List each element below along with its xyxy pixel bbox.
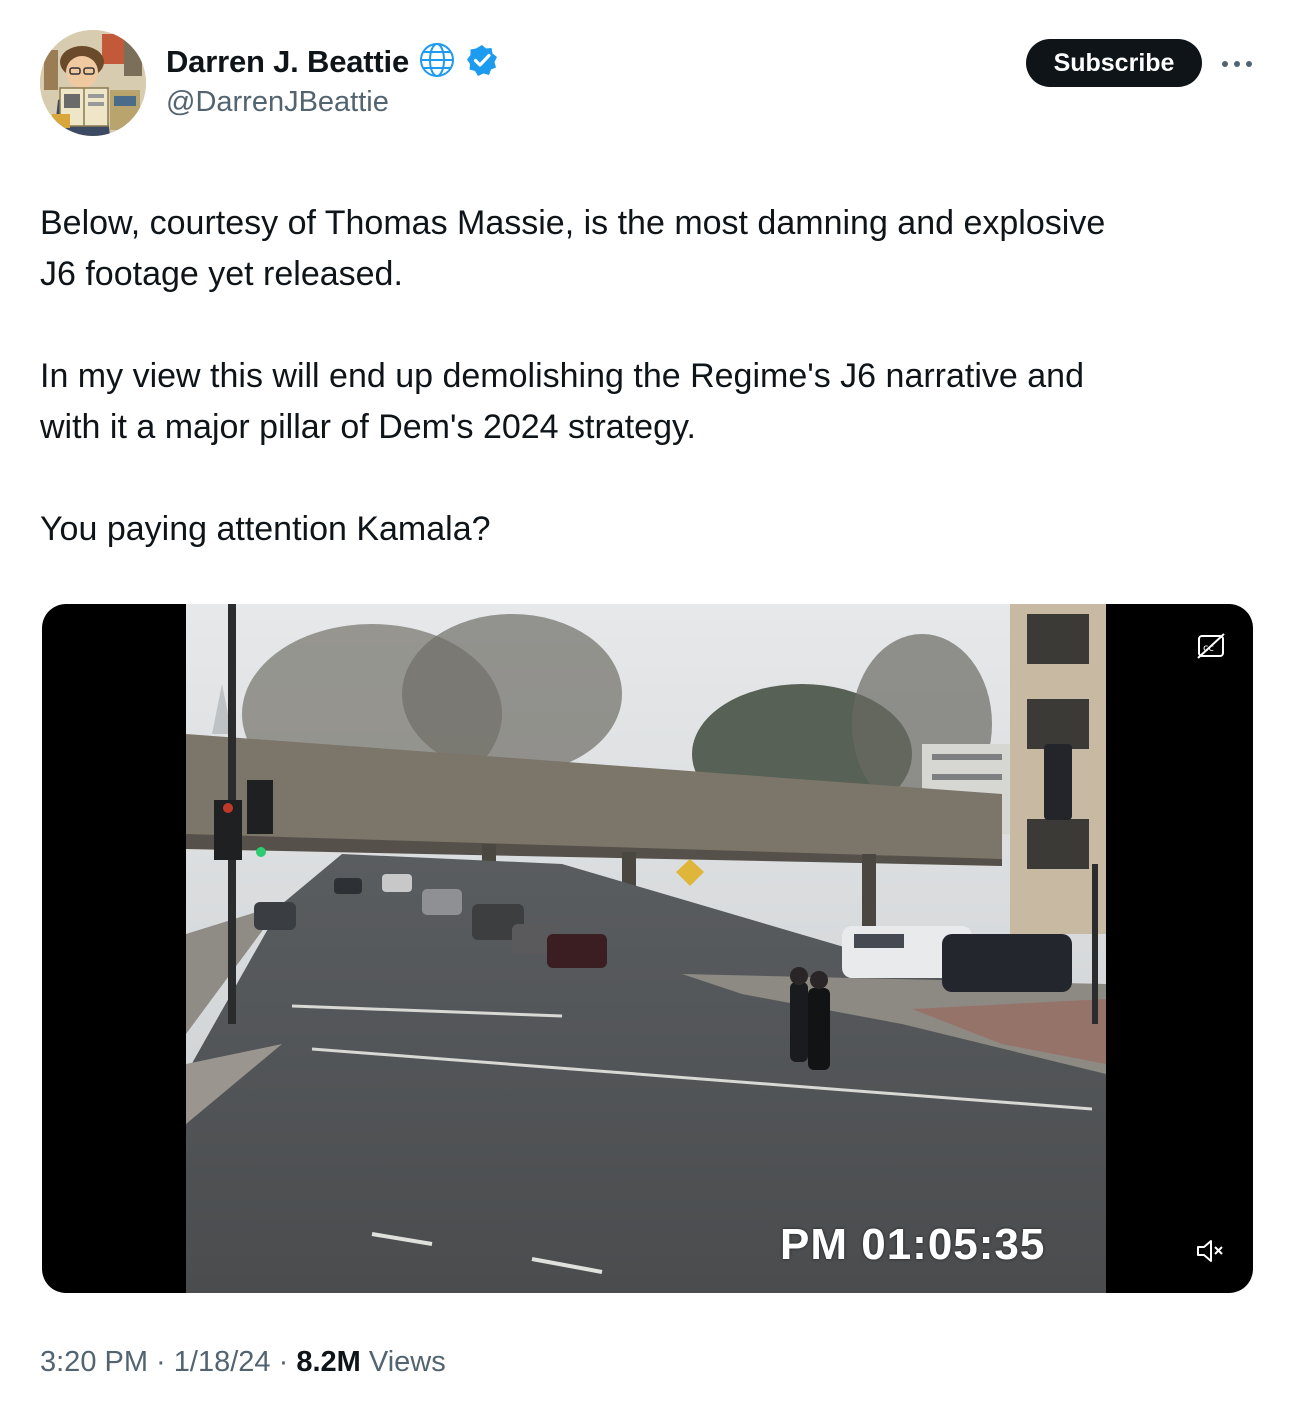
tweet-line: In my view this will end up demolishing … — [40, 357, 1084, 395]
globe-icon — [417, 40, 457, 85]
more-options-button[interactable] — [1214, 44, 1260, 84]
tweet-line: with it a major pillar of Dem's 2024 str… — [40, 408, 696, 446]
views-count: 8.2M — [296, 1346, 361, 1378]
avatar-illustration — [40, 30, 146, 136]
tweet-meta: 3:20 PM · 1/18/24 · 8.2M Views — [40, 1346, 446, 1379]
tweet-line: Below, courtesy of Thomas Massie, is the… — [40, 204, 1106, 242]
tweet: Darren J. Beattie @DarrenJBeattie Subscr… — [0, 0, 1312, 1408]
mute-toggle-button[interactable] — [1194, 1236, 1228, 1271]
tweet-paragraph: You paying attention Kamala? — [40, 504, 1270, 555]
tweet-time[interactable]: 3:20 PM — [40, 1346, 148, 1379]
tweet-paragraph: Below, courtesy of Thomas Massie, is the… — [40, 198, 1270, 300]
tweet-date[interactable]: 1/18/24 — [174, 1346, 271, 1379]
verified-badge-icon[interactable] — [465, 43, 499, 82]
video-frame — [186, 604, 1106, 1293]
subscribe-button[interactable]: Subscribe — [1026, 39, 1202, 87]
views-label: Views — [360, 1346, 446, 1378]
author-handle[interactable]: @DarrenJBeattie — [166, 86, 389, 119]
avatar[interactable] — [40, 30, 146, 136]
more-dots-icon — [1222, 61, 1252, 67]
video-player[interactable]: cc PM 01:05:35 — [42, 604, 1253, 1293]
tweet-line: J6 footage yet released. — [40, 255, 403, 293]
meta-separator: · — [148, 1346, 174, 1378]
display-name[interactable]: Darren J. Beattie — [166, 44, 409, 80]
author-name-row[interactable]: Darren J. Beattie — [166, 40, 499, 84]
tweet-paragraph: In my view this will end up demolishing … — [40, 351, 1270, 453]
closed-captions-button[interactable]: cc — [1194, 632, 1230, 667]
tweet-text: Below, courtesy of Thomas Massie, is the… — [40, 198, 1270, 555]
tweet-line: You paying attention Kamala? — [40, 510, 491, 548]
video-timestamp-overlay: PM 01:05:35 — [780, 1220, 1046, 1269]
meta-separator: · — [270, 1346, 297, 1378]
closed-captions-icon: cc — [1197, 633, 1225, 659]
muted-volume-icon — [1197, 1240, 1223, 1262]
